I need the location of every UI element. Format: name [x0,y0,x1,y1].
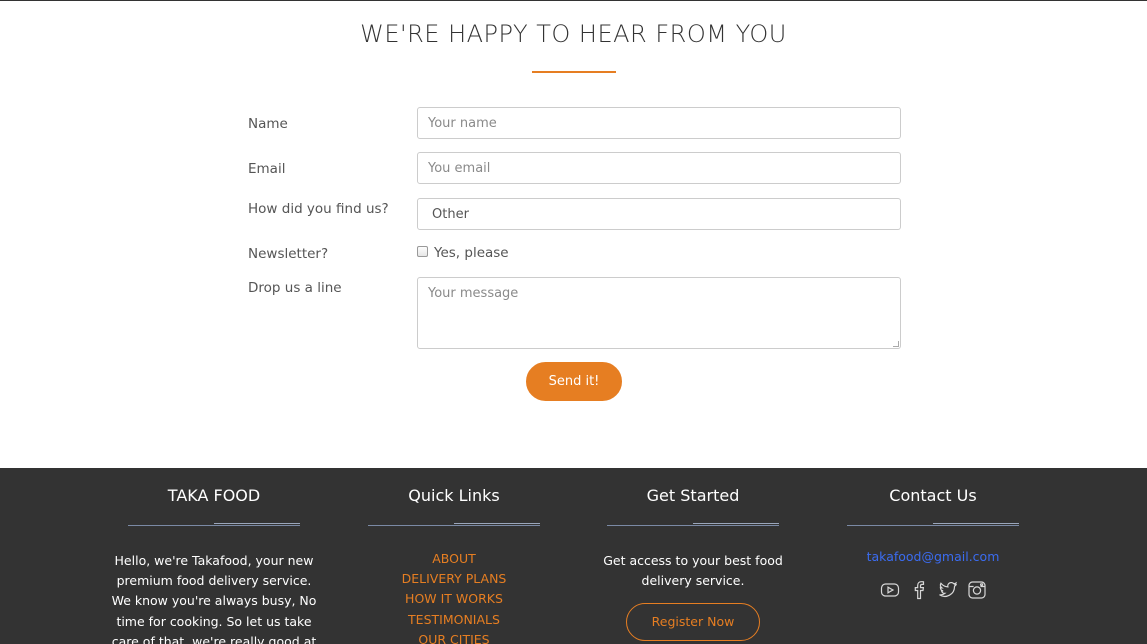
contact-email-link[interactable]: takafood@gmail.com [828,549,1038,564]
footer-get-started-text: Get access to your best food delivery se… [603,553,783,589]
footer-about-divider [128,523,300,527]
email-input[interactable] [417,152,901,184]
twitter-icon[interactable] [938,580,958,600]
textarea-resize-handle[interactable] [893,341,899,347]
footer: TAKA FOOD Hello, we're Takafood, your ne… [0,468,1147,644]
quick-links-list: ABOUT DELIVERY PLANS HOW IT WORKS TESTIM… [349,549,559,644]
find-us-select[interactable]: Other [417,198,901,230]
facebook-icon[interactable] [909,580,929,600]
footer-about-title: TAKA FOOD [167,486,261,505]
youtube-icon[interactable] [880,580,900,600]
footer-quick-links-column: Quick Links ABOUT DELIVERY PLANS HOW IT … [349,468,559,644]
footer-contact-column: Contact Us takafood@gmail.com [828,468,1038,600]
find-us-selected-value: Other [432,206,469,222]
contact-section: WE'RE HAPPY TO HEAR FROM YOU Name Email … [0,0,1147,468]
footer-contact-title: Contact Us [889,486,977,505]
footer-get-started-divider [607,523,779,527]
newsletter-option-label[interactable]: Yes, please [434,245,509,261]
section-title: WE'RE HAPPY TO HEAR FROM YOU [360,20,787,48]
footer-contact-divider [847,523,1019,527]
message-label: Drop us a line [248,280,342,296]
instagram-icon[interactable] [967,580,987,600]
quick-link-delivery-plans[interactable]: DELIVERY PLANS [349,569,559,589]
title-divider [532,71,616,73]
newsletter-label: Newsletter? [248,246,329,262]
name-label: Name [248,116,288,132]
footer-about-column: TAKA FOOD Hello, we're Takafood, your ne… [109,468,319,644]
find-us-label: How did you find us? [248,201,389,217]
footer-about-text: Hello, we're Takafood, your new premium … [111,553,317,644]
register-now-button[interactable]: Register Now [626,603,760,642]
email-label: Email [248,161,286,177]
quick-link-about[interactable]: ABOUT [349,549,559,569]
newsletter-checkbox[interactable] [417,246,428,257]
footer-quick-links-divider [368,523,540,527]
send-button[interactable]: Send it! [526,362,622,401]
quick-link-testimonials[interactable]: TESTIMONIALS [349,610,559,630]
name-input[interactable] [417,107,901,139]
footer-quick-links-title: Quick Links [408,486,500,505]
footer-get-started-title: Get Started [646,486,740,505]
message-textarea[interactable] [417,277,901,349]
social-icons [828,580,1038,600]
footer-get-started-column: Get Started Get access to your best food… [588,468,798,642]
quick-link-how-it-works[interactable]: HOW IT WORKS [349,589,559,609]
quick-link-our-cities[interactable]: OUR CITIES [349,630,559,644]
